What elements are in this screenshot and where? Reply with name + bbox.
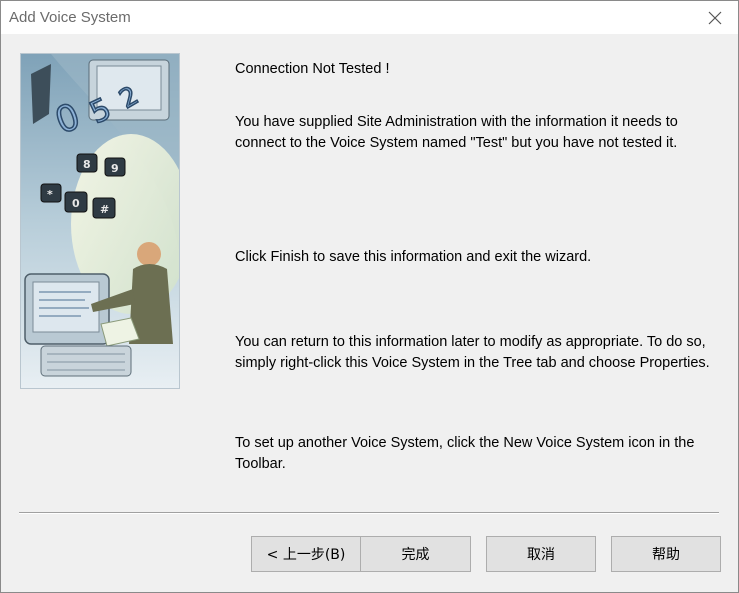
- svg-text:#: #: [100, 203, 109, 216]
- help-button[interactable]: 帮助: [611, 536, 721, 572]
- modify-instruction: You can return to this information later…: [235, 334, 710, 371]
- back-button[interactable]: < 上一步(B): [251, 536, 361, 572]
- svg-text:*: *: [47, 188, 53, 201]
- close-button[interactable]: [692, 1, 738, 34]
- cancel-button[interactable]: 取消: [486, 536, 596, 572]
- wizard-illustration: 0 5 2 8 9 * 0 #: [20, 53, 180, 389]
- status-heading: Connection Not Tested !: [235, 61, 390, 77]
- new-system-instruction: To set up another Voice System, click th…: [235, 435, 695, 472]
- wizard-window: Add Voice System 0 5 2 8 9 * 0 # Connect…: [0, 0, 739, 593]
- voice-system-illustration-icon: 0 5 2 8 9 * 0 #: [21, 54, 179, 388]
- svg-text:8: 8: [83, 158, 91, 171]
- close-icon: [708, 11, 722, 24]
- info-paragraph: You have supplied Site Administration wi…: [235, 114, 678, 151]
- separator-line: [19, 512, 719, 514]
- finish-button[interactable]: 完成: [360, 536, 471, 572]
- title-bar: Add Voice System: [1, 1, 738, 34]
- finish-instruction: Click Finish to save this information an…: [235, 249, 592, 265]
- svg-text:0: 0: [72, 197, 80, 210]
- window-title: Add Voice System: [9, 9, 131, 26]
- svg-text:9: 9: [111, 162, 119, 175]
